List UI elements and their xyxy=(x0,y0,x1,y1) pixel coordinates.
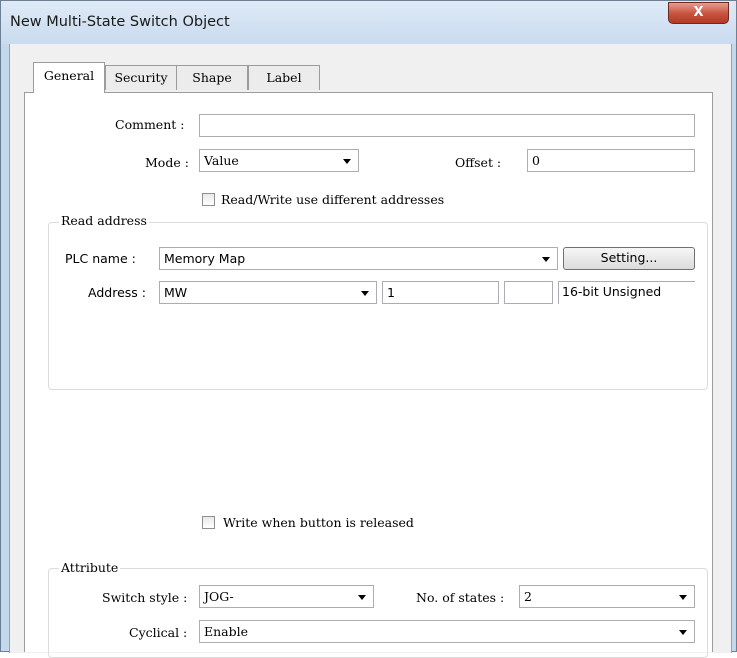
write-release-checkbox[interactable] xyxy=(202,516,215,529)
comment-input[interactable] xyxy=(199,114,695,137)
chevron-down-icon xyxy=(358,595,366,600)
switch-style-select[interactable]: JOG- xyxy=(199,585,374,608)
address-type-value: MW xyxy=(164,285,188,300)
attribute-group xyxy=(48,568,708,658)
chevron-down-icon xyxy=(343,159,351,164)
tab-security-label: Security xyxy=(114,70,168,85)
tab-shape[interactable]: Shape xyxy=(176,65,248,90)
cyclical-select[interactable]: Enable xyxy=(199,620,695,643)
tab-label[interactable]: Label xyxy=(248,65,320,90)
window-title: New Multi-State Switch Object xyxy=(10,14,230,30)
tab-security[interactable]: Security xyxy=(105,65,177,90)
chevron-down-icon xyxy=(679,595,687,600)
offset-input[interactable]: 0 xyxy=(527,149,695,172)
title-bar[interactable]: New Multi-State Switch Object X xyxy=(1,1,736,44)
chevron-down-icon xyxy=(542,257,550,262)
states-select[interactable]: 2 xyxy=(519,585,695,608)
cyclical-label: Cyclical : xyxy=(129,625,188,640)
tab-label-label: Label xyxy=(266,70,302,85)
close-icon: X xyxy=(693,5,704,20)
switch-style-label: Switch style : xyxy=(102,590,188,605)
tab-general[interactable]: General xyxy=(33,62,105,93)
mode-value: Value xyxy=(204,153,239,168)
tab-general-label: General xyxy=(43,68,95,83)
mode-label: Mode : xyxy=(145,155,189,170)
offset-label: Offset : xyxy=(455,155,502,170)
mode-select[interactable]: Value xyxy=(199,149,359,172)
comment-label: Comment : xyxy=(115,117,185,132)
plc-name-value: Memory Map xyxy=(164,251,246,266)
plc-name-label: PLC name : xyxy=(65,251,136,266)
cyclical-value: Enable xyxy=(204,624,249,639)
switch-style-value: JOG- xyxy=(204,589,234,604)
rw-different-checkbox[interactable] xyxy=(202,193,215,206)
data-format-display: 16-bit Unsigned xyxy=(558,281,695,304)
states-label: No. of states : xyxy=(416,590,505,605)
attribute-group-title: Attribute xyxy=(59,560,121,575)
chevron-down-icon xyxy=(361,291,369,296)
chevron-down-icon xyxy=(679,630,687,635)
states-value: 2 xyxy=(524,589,532,604)
setting-button[interactable]: Setting... xyxy=(563,247,695,270)
close-button[interactable]: X xyxy=(668,2,729,24)
address-label: Address : xyxy=(88,285,146,300)
read-address-group-title: Read address xyxy=(59,213,149,228)
write-release-label: Write when button is released xyxy=(223,515,414,530)
address-extra-input[interactable] xyxy=(504,281,553,304)
plc-name-select[interactable]: Memory Map xyxy=(159,247,558,270)
address-value-input[interactable]: 1 xyxy=(382,281,499,304)
address-type-select[interactable]: MW xyxy=(159,281,377,304)
rw-different-label: Read/Write use different addresses xyxy=(221,192,445,207)
tab-shape-label: Shape xyxy=(192,70,232,85)
